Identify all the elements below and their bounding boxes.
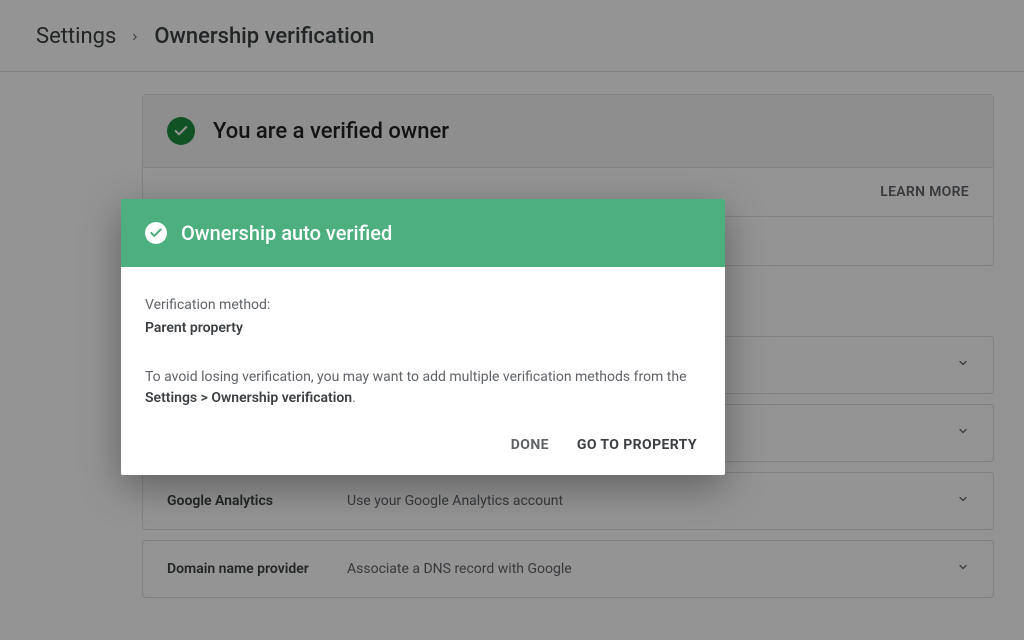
verification-method-label: Verification method: [145,295,701,316]
dialog-tip: To avoid losing verification, you may wa… [145,367,701,409]
done-button[interactable]: Done [511,437,549,453]
dialog-header: Ownership auto verified [121,199,725,267]
dialog-body: Verification method: Parent property To … [121,267,725,421]
dialog-title: Ownership auto verified [181,221,392,245]
ownership-verified-dialog: Ownership auto verified Verification met… [121,199,725,475]
verification-method-value: Parent property [145,318,701,339]
go-to-property-button[interactable]: Go to property [577,437,697,453]
tip-path: Settings > Ownership verification [145,390,352,406]
checkmark-circle-icon [145,222,167,244]
dialog-actions: Done Go to property [121,421,725,475]
tip-text: To avoid losing verification, you may wa… [145,369,687,385]
tip-suffix: . [352,390,356,406]
